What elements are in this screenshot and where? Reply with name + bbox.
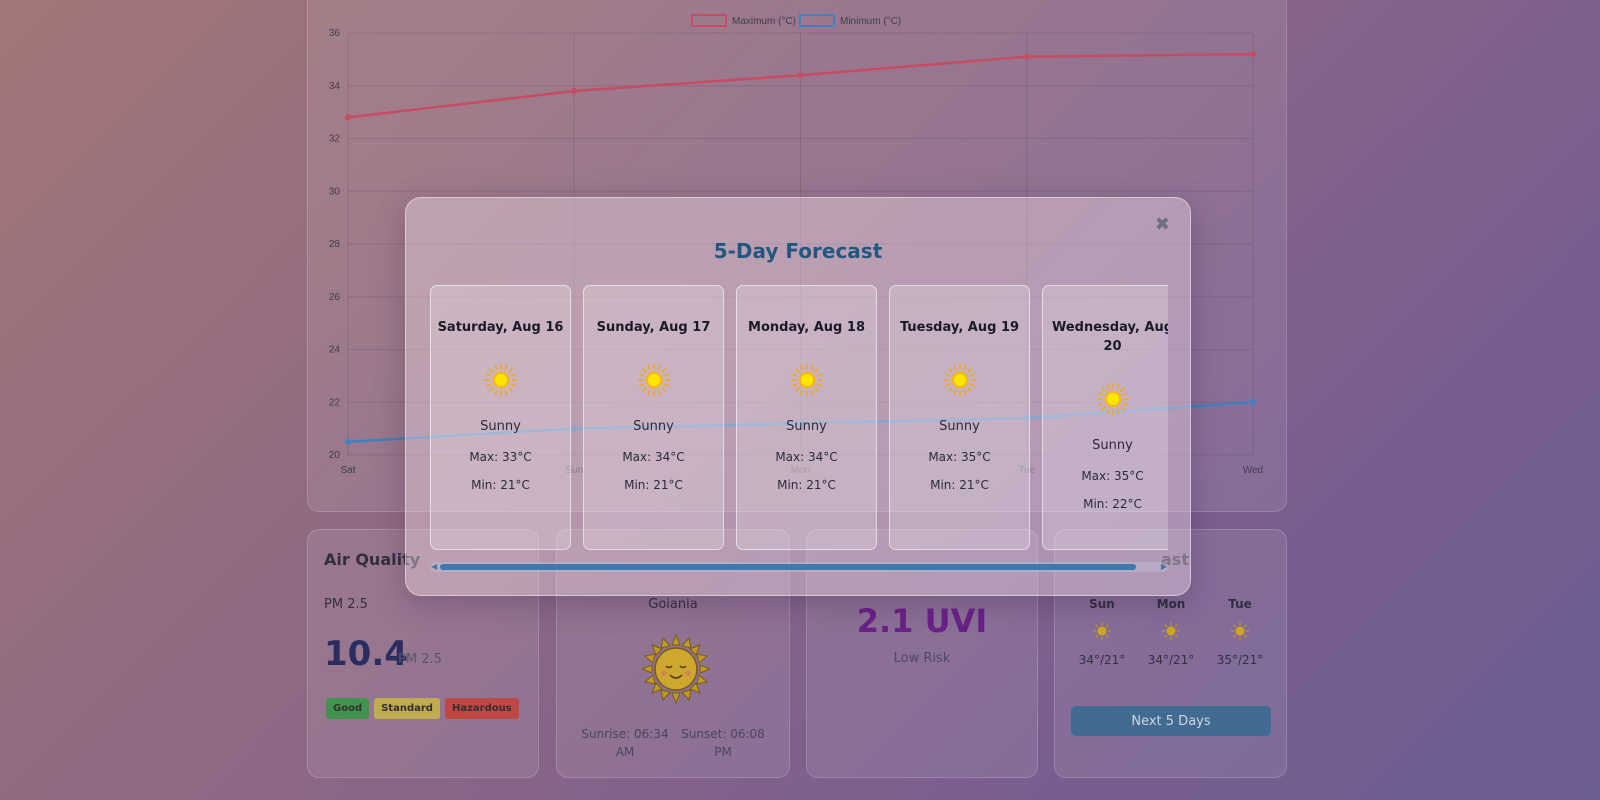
day-condition: Sunny — [1092, 438, 1133, 453]
forecast-day-card: Saturday, Aug 16 Sunny Max: 33°C Min: 21… — [430, 285, 571, 550]
day-max-temp: Max: 33°C — [469, 450, 532, 464]
day-min-temp: Min: 21°C — [930, 478, 989, 492]
forecast-day-card: Monday, Aug 18 Sunny Max: 34°C Min: 21°C — [736, 285, 877, 550]
scroll-right-arrow-icon[interactable]: ▶ — [1161, 563, 1167, 571]
day-condition: Sunny — [480, 419, 521, 434]
sun-icon — [1096, 383, 1129, 415]
sun-icon — [637, 364, 670, 396]
day-name: Monday, Aug 18 — [748, 320, 865, 335]
horizontal-scrollbar[interactable]: ◀ ▶ — [430, 562, 1168, 572]
forecast-day-card: Sunday, Aug 17 Sunny Max: 34°C Min: 21°C — [583, 285, 724, 550]
forecast-scroll-area[interactable]: Saturday, Aug 16 Sunny Max: 33°C Min: 21… — [430, 285, 1168, 550]
forecast-modal: ✖ 5-Day Forecast Saturday, Aug 16 Sunny … — [405, 197, 1191, 596]
day-min-temp: Min: 21°C — [471, 478, 530, 492]
day-condition: Sunny — [786, 419, 827, 434]
forecast-day-card: Wednesday, Aug 20 Sunny Max: 35°C Min: 2… — [1042, 285, 1168, 550]
day-name: Wednesday, Aug 20 — [1051, 320, 1168, 354]
day-min-temp: Min: 21°C — [777, 478, 836, 492]
sun-icon — [790, 364, 823, 396]
day-name: Saturday, Aug 16 — [437, 320, 564, 335]
day-condition: Sunny — [633, 419, 674, 434]
day-condition: Sunny — [939, 419, 980, 434]
day-max-temp: Max: 34°C — [775, 450, 838, 464]
forecast-day-card: Tuesday, Aug 19 Sunny Max: 35°C Min: 21°… — [889, 285, 1030, 550]
day-max-temp: Max: 35°C — [928, 450, 991, 464]
sun-icon — [484, 364, 517, 396]
sun-icon — [943, 364, 976, 396]
day-min-temp: Min: 21°C — [624, 478, 683, 492]
modal-title: 5-Day Forecast — [713, 239, 883, 263]
day-name: Tuesday, Aug 19 — [899, 320, 1020, 335]
day-name: Sunday, Aug 17 — [596, 320, 711, 335]
day-max-temp: Max: 35°C — [1081, 469, 1144, 483]
forecast-day-list: Saturday, Aug 16 Sunny Max: 33°C Min: 21… — [430, 285, 1168, 550]
day-min-temp: Min: 22°C — [1083, 497, 1142, 511]
scroll-left-arrow-icon[interactable]: ◀ — [431, 563, 437, 571]
close-icon[interactable]: ✖ — [1155, 214, 1170, 235]
scrollbar-thumb[interactable] — [440, 564, 1136, 570]
day-max-temp: Max: 34°C — [622, 450, 685, 464]
